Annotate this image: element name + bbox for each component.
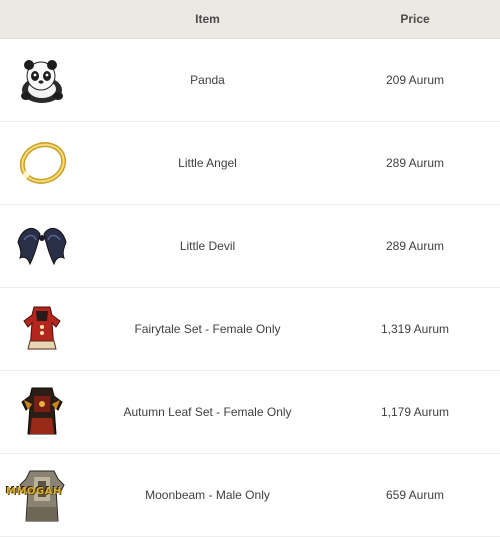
watermark-logo: MMOGAH xyxy=(6,486,62,497)
table-row: Panda 209 Aurum xyxy=(0,39,500,122)
item-price: 289 Aurum xyxy=(385,156,445,170)
leaf-costume-icon xyxy=(14,384,70,440)
table-row: Autumn Leaf Set - Female Only 1,179 Auru… xyxy=(0,371,500,454)
item-price: 1,179 Aurum xyxy=(380,405,450,419)
item-name: Autumn Leaf Set - Female Only xyxy=(123,405,292,419)
item-price: 289 Aurum xyxy=(385,239,445,253)
bat-wings-icon xyxy=(14,218,70,274)
table-row: Fairytale Set - Female Only 1,319 Aurum xyxy=(0,288,500,371)
halo-icon xyxy=(14,135,70,191)
item-price: 209 Aurum xyxy=(385,73,445,87)
red-dress-icon xyxy=(14,301,70,357)
item-price: 1,319 Aurum xyxy=(380,322,450,336)
item-name: Panda xyxy=(190,73,225,87)
item-name: Fairytale Set - Female Only xyxy=(134,322,281,336)
item-name: Little Devil xyxy=(179,239,236,253)
table-row: Moonbeam - Male Only 659 Aurum xyxy=(0,454,500,537)
price-table: Item Price Panda 209 Aurum Little Angel … xyxy=(0,0,500,537)
item-name: Moonbeam - Male Only xyxy=(145,488,270,502)
table-row: Little Devil 289 Aurum xyxy=(0,205,500,288)
header-price: Price xyxy=(400,12,430,26)
item-name: Little Angel xyxy=(178,156,237,170)
table-header: Item Price xyxy=(0,0,500,39)
panda-icon xyxy=(14,52,70,108)
item-price: 659 Aurum xyxy=(385,488,445,502)
table-row: Little Angel 289 Aurum xyxy=(0,122,500,205)
header-item: Item xyxy=(195,12,220,26)
